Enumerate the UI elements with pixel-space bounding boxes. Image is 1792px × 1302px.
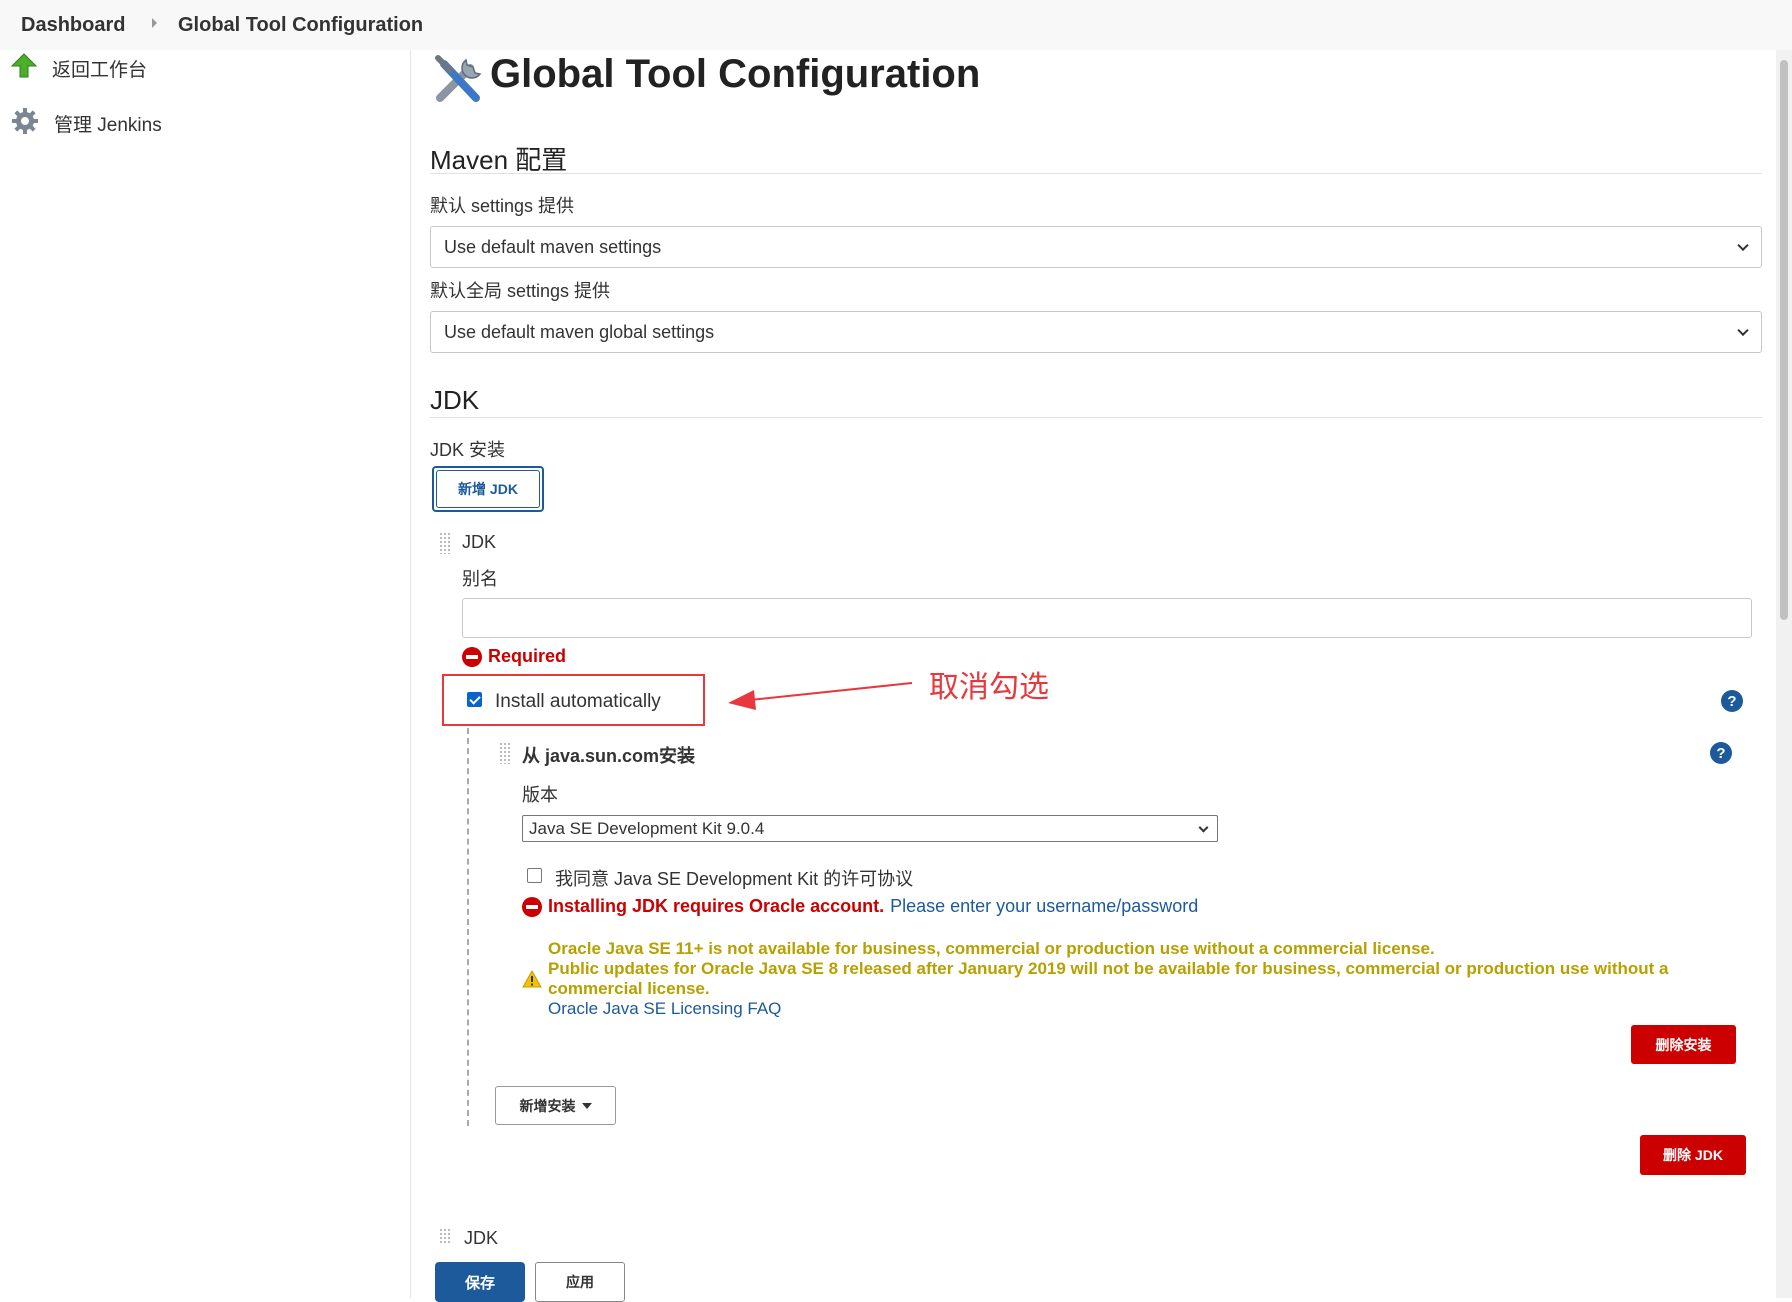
gear-icon: [10, 106, 40, 141]
annotation-text: 取消勾选: [929, 671, 1049, 704]
annotation-arrow-icon: [728, 682, 913, 710]
maven-section-heading: Maven 配置: [430, 145, 568, 175]
add-installer-label: 新增安装: [519, 1097, 576, 1114]
save-button[interactable]: 保存: [435, 1262, 525, 1302]
jdk-section-heading: JDK: [430, 385, 480, 415]
license-warning: Oracle Java SE 11+ is not available for …: [548, 939, 1708, 1019]
warning-line-2: Public updates for Oracle Java SE 8 rele…: [548, 959, 1669, 998]
sidebar-item-label: 返回工作台: [52, 59, 148, 81]
install-automatically-checkbox[interactable]: [467, 692, 482, 707]
installer-group-border: [467, 728, 469, 1126]
maven-global-settings-label: 默认全局 settings 提供: [430, 281, 611, 301]
oracle-error-text: Installing JDK requires Oracle account.: [548, 896, 885, 916]
jdk-version-select[interactable]: Java SE Development Kit 9.0.4: [522, 815, 1218, 842]
help-icon[interactable]: ?: [1710, 742, 1732, 764]
maven-settings-label: 默认 settings 提供: [430, 196, 575, 216]
chevron-down-icon: [1198, 822, 1209, 833]
version-label: 版本: [522, 785, 558, 805]
drag-handle-icon[interactable]: [439, 532, 451, 554]
jdk-item-title: JDK: [464, 1228, 499, 1248]
license-agree-checkbox[interactable]: [527, 868, 542, 883]
licensing-faq-link[interactable]: Oracle Java SE Licensing FAQ: [548, 999, 1708, 1019]
warning-icon: [522, 969, 542, 993]
help-icon[interactable]: ?: [1721, 690, 1743, 712]
section-divider: [430, 417, 1762, 418]
breadcrumb-current[interactable]: Global Tool Configuration: [178, 14, 423, 37]
breadcrumb-dashboard[interactable]: Dashboard: [21, 14, 125, 37]
sidebar-item-label: 管理 Jenkins: [54, 114, 162, 136]
breadcrumb-separator-icon: [152, 18, 157, 28]
add-jdk-button[interactable]: 新增 JDK: [436, 470, 540, 508]
select-value: Java SE Development Kit 9.0.4: [529, 818, 765, 838]
sidebar-divider: [410, 50, 411, 1298]
warning-line-1: Oracle Java SE 11+ is not available for …: [548, 939, 1435, 958]
up-arrow-icon: [10, 52, 38, 85]
add-jdk-button-focus-ring: 新增 JDK: [432, 466, 544, 512]
jdk-alias-label: 别名: [462, 569, 498, 589]
installer-title: 从 java.sun.com安装: [522, 746, 696, 766]
required-message: Required: [462, 646, 566, 667]
required-text: Required: [488, 646, 567, 666]
delete-jdk-button[interactable]: 删除 JDK: [1640, 1135, 1746, 1175]
sidebar-item-manage-jenkins[interactable]: 管理 Jenkins: [10, 105, 162, 141]
chevron-down-icon: [1737, 324, 1749, 337]
error-icon: [522, 896, 542, 917]
maven-global-settings-select[interactable]: Use default maven global settings: [430, 311, 1762, 353]
drag-handle-icon[interactable]: [499, 742, 511, 764]
sidebar-item-back-to-workbench[interactable]: 返回工作台: [10, 50, 147, 86]
chevron-down-icon: [1737, 239, 1749, 252]
oracle-credentials-link[interactable]: Please enter your username/password: [890, 896, 1198, 917]
jdk-installs-label: JDK 安装: [430, 440, 506, 460]
jdk-alias-input[interactable]: [462, 598, 1752, 638]
apply-button[interactable]: 应用: [535, 1262, 625, 1302]
jdk-item-title: JDK: [462, 532, 497, 552]
tools-icon: [430, 52, 488, 113]
maven-settings-select[interactable]: Use default maven settings: [430, 226, 1762, 268]
section-divider: [430, 173, 1762, 174]
scrollbar-thumb[interactable]: [1780, 60, 1788, 620]
license-agree-label[interactable]: 我同意 Java SE Development Kit 的许可协议: [555, 865, 913, 891]
delete-installer-button[interactable]: 删除安装: [1631, 1025, 1736, 1064]
select-value: Use default maven settings: [444, 236, 662, 257]
page-title: Global Tool Configuration: [490, 52, 981, 96]
drag-handle-icon[interactable]: [439, 1228, 451, 1244]
error-icon: [462, 646, 482, 667]
oracle-account-error: Installing JDK requires Oracle account. …: [522, 896, 1198, 917]
select-value: Use default maven global settings: [444, 321, 715, 342]
install-automatically-label[interactable]: Install automatically: [495, 691, 661, 713]
caret-down-icon: [581, 1102, 592, 1109]
add-installer-button[interactable]: 新增安装: [495, 1086, 616, 1125]
